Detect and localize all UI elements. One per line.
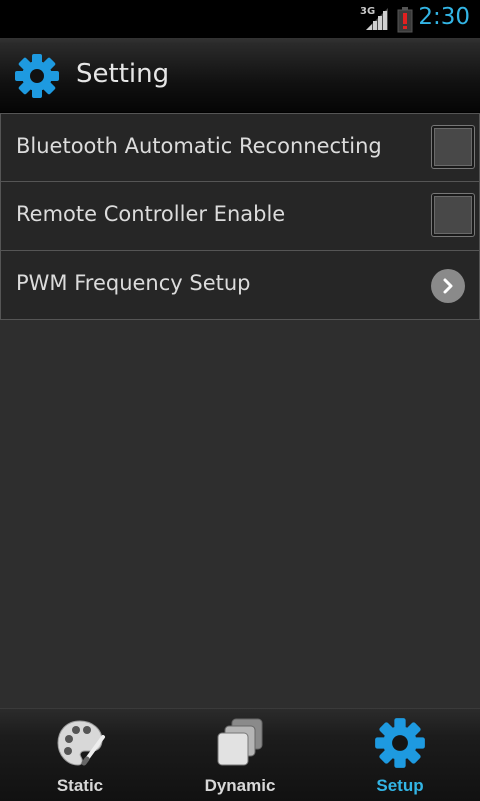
pref-pwm-frequency[interactable]: PWM Frequency Setup <box>0 251 480 320</box>
bottom-tab-bar: Static Dynamic Setup <box>0 708 480 801</box>
stacked-pages-icon <box>217 718 263 766</box>
battery-alert-icon <box>397 7 413 33</box>
page-title: Setting <box>76 59 170 89</box>
status-bar: 3G 2:30 <box>0 0 480 38</box>
gear-icon <box>375 718 425 768</box>
pref-label: Bluetooth Automatic Reconnecting <box>16 134 382 158</box>
pref-bluetooth-reconnect[interactable]: Bluetooth Automatic Reconnecting <box>0 113 480 182</box>
gear-icon[interactable] <box>14 53 60 99</box>
tab-setup[interactable]: Setup <box>320 709 480 801</box>
pref-label: Remote Controller Enable <box>16 202 286 226</box>
bluetooth-reconnect-checkbox[interactable] <box>432 126 474 168</box>
preferences-list: Bluetooth Automatic Reconnecting Remote … <box>0 113 480 320</box>
tab-static[interactable]: Static <box>0 709 160 801</box>
tab-dynamic[interactable]: Dynamic <box>160 709 320 801</box>
clock: 2:30 <box>418 4 470 30</box>
signal-icon <box>366 8 388 30</box>
tab-label: Static <box>56 776 104 795</box>
action-bar: Setting <box>0 38 480 113</box>
remote-controller-checkbox[interactable] <box>432 194 474 236</box>
tab-label: Setup <box>376 776 424 795</box>
chevron-right-icon[interactable] <box>431 269 465 303</box>
tab-label: Dynamic <box>204 776 276 795</box>
palette-icon <box>57 720 105 766</box>
pref-remote-controller[interactable]: Remote Controller Enable <box>0 182 480 251</box>
pref-label: PWM Frequency Setup <box>16 271 251 295</box>
